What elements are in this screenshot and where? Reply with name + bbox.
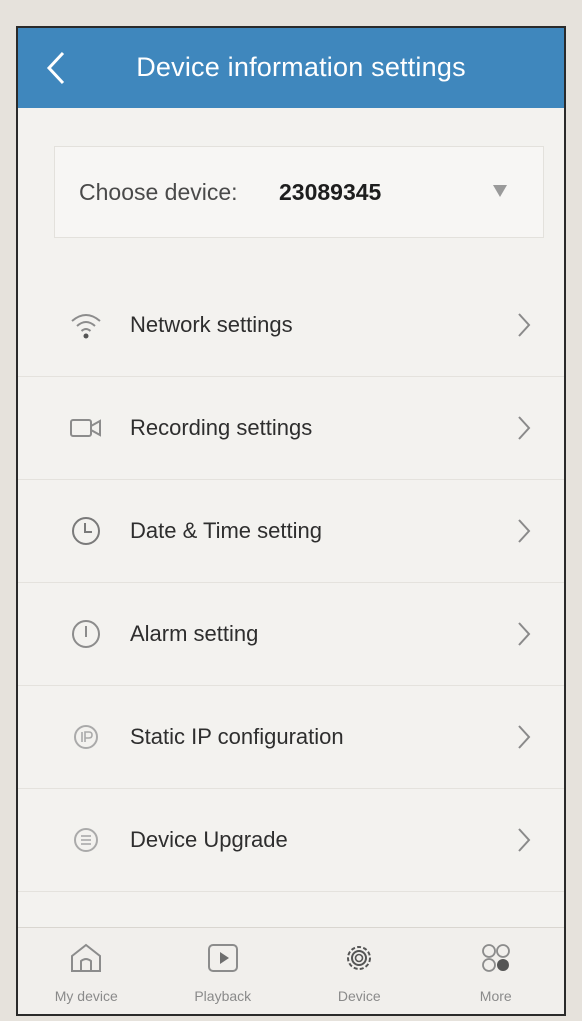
menu-item-alarm-setting[interactable]: Alarm setting	[18, 583, 564, 686]
clock-icon	[68, 513, 104, 549]
playback-icon	[203, 938, 243, 978]
menu-item-network-settings[interactable]: Network settings	[18, 274, 564, 377]
settings-menu: Network settings Recording settings Date…	[18, 274, 564, 892]
tab-label: More	[479, 988, 512, 1004]
tab-label: My device	[54, 988, 118, 1004]
back-button[interactable]	[36, 48, 76, 88]
tab-more[interactable]: More	[428, 928, 565, 1014]
device-select-value: 23089345	[279, 179, 382, 205]
alert-icon	[68, 616, 104, 652]
chevron-right-icon	[510, 825, 538, 855]
menu-item-device-upgrade[interactable]: Device Upgrade	[18, 789, 564, 892]
bottom-tab-bar: My device Playback Device More	[18, 927, 564, 1014]
tab-label: Device	[337, 988, 381, 1004]
chevron-right-icon	[510, 619, 538, 649]
caret-down-icon	[493, 185, 507, 197]
chevron-right-icon	[510, 516, 538, 546]
chevron-right-icon	[510, 722, 538, 752]
chevron-right-icon	[510, 413, 538, 443]
video-camera-icon	[68, 410, 104, 446]
menu-item-label: Device Upgrade	[130, 827, 288, 852]
menu-item-label: Recording settings	[130, 415, 313, 440]
header-bar: Device information settings	[18, 28, 564, 108]
upgrade-icon	[68, 822, 104, 858]
device-select[interactable]: Choose device: 23089345	[54, 146, 544, 238]
home-icon	[66, 938, 106, 978]
menu-item-label: Network settings	[130, 312, 293, 337]
menu-item-date-time-setting[interactable]: Date & Time setting	[18, 480, 564, 583]
more-icon	[476, 938, 516, 978]
menu-item-label: Alarm setting	[130, 621, 259, 646]
menu-item-static-ip-configuration[interactable]: Static IP configuration	[18, 686, 564, 789]
menu-item-label: Date & Time setting	[130, 518, 322, 543]
tab-device[interactable]: Device	[291, 928, 428, 1014]
tab-label: Playback	[194, 988, 252, 1004]
ip-icon	[68, 719, 104, 755]
menu-item-recording-settings[interactable]: Recording settings	[18, 377, 564, 480]
chevron-left-icon	[46, 51, 65, 85]
phone-screen: Device information settings Choose devic…	[16, 26, 566, 1016]
tab-playback[interactable]: Playback	[155, 928, 292, 1014]
chevron-right-icon	[510, 310, 538, 340]
page-title: Device information settings	[136, 52, 466, 82]
menu-item-label: Static IP configuration	[130, 724, 344, 749]
device-select-label: Choose device:	[79, 179, 238, 205]
wifi-icon	[68, 307, 104, 343]
gear-icon	[339, 938, 379, 978]
tab-my-device[interactable]: My device	[18, 928, 155, 1014]
